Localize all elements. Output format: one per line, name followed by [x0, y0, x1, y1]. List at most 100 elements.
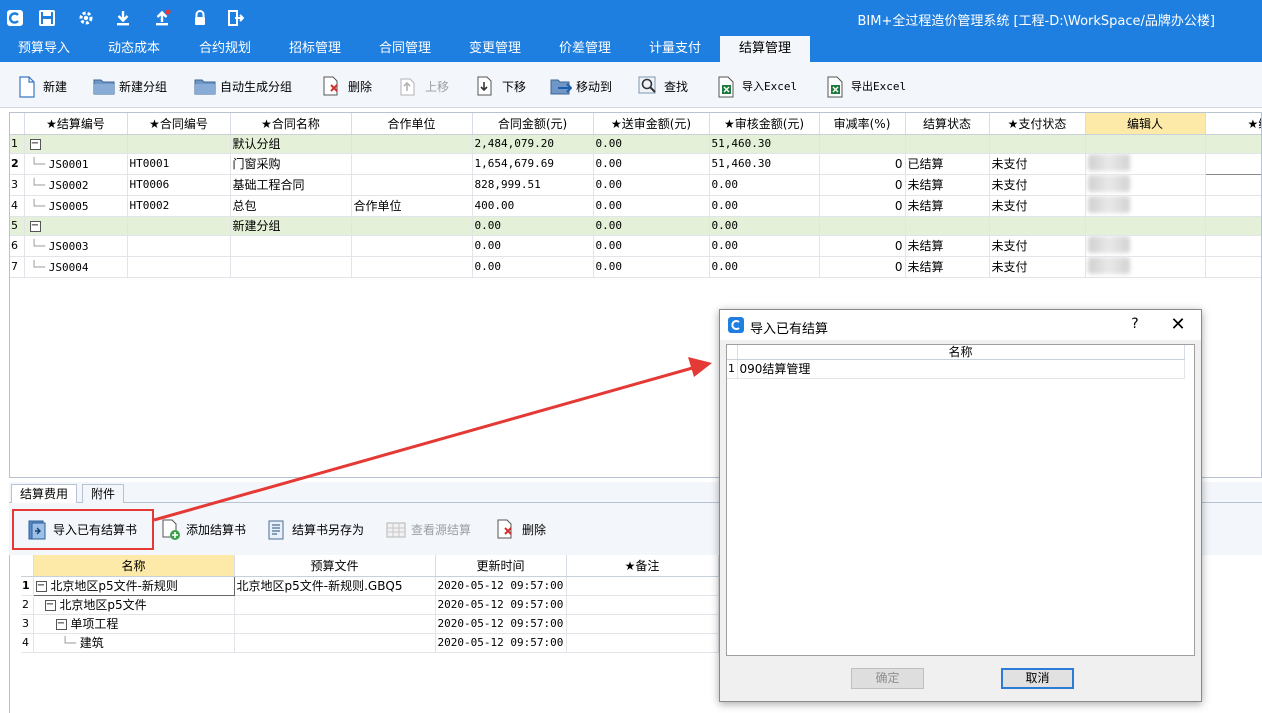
table-row[interactable]: 1 − 默认分组 2,484,079.20 0.00 51,460.30 [10, 134, 1261, 154]
cell-note[interactable] [566, 614, 719, 634]
cell-time[interactable]: 2020-05-12 09:57:00 [435, 633, 567, 653]
table-row[interactable]: 1 − 北京地区p5文件-新规则 北京地区p5文件-新规则.GBQ5 2020-… [21, 575, 719, 596]
col-name[interactable]: 名称 [737, 345, 1185, 360]
cell-extra[interactable] [1205, 134, 1261, 154]
delete-button[interactable]: 删除 [322, 75, 372, 97]
cell-status[interactable]: 未结算 [905, 235, 990, 257]
cell-status[interactable] [905, 134, 990, 154]
cell-contract-code[interactable] [127, 256, 231, 278]
menu-budget-import[interactable]: 预算导入 [0, 36, 88, 62]
collapse-icon[interactable]: − [29, 138, 41, 150]
col-settlement-status[interactable]: 结算状态 [905, 113, 990, 135]
cell-contract-code[interactable]: HT0006 [127, 174, 231, 196]
cell-pay[interactable]: 未支付 [989, 174, 1086, 196]
cell-amount[interactable]: 2,484,079.20 [472, 134, 594, 154]
cell-partner[interactable]: 合作单位 [351, 195, 473, 217]
col-settlement-code[interactable]: ★结算编号 [24, 113, 128, 135]
cell-status[interactable]: 未结算 [905, 256, 990, 278]
cell-editor[interactable] [1085, 235, 1206, 257]
cell-contract-name[interactable]: 基础工程合同 [230, 174, 352, 196]
collapse-icon[interactable]: − [29, 220, 41, 232]
col-reduction-rate[interactable]: 审减率(%) [819, 113, 906, 135]
table-row[interactable]: 2 − 北京地区p5文件 2020-05-12 09:57:00 [21, 595, 719, 615]
tab-attachments[interactable]: 附件 [82, 484, 125, 503]
cell-rate[interactable]: 0 [819, 235, 906, 257]
cell-amount[interactable]: 0.00 [472, 256, 594, 278]
cell-extra[interactable] [1205, 174, 1261, 196]
col-update-time[interactable]: 更新时间 [435, 555, 567, 577]
cell-time[interactable]: 2020-05-12 09:57:00 [435, 614, 567, 634]
cell-rate[interactable]: 0 [819, 174, 906, 196]
cell-amount[interactable]: 828,999.51 [472, 174, 594, 196]
cell-contract-name[interactable]: 默认分组 [230, 134, 352, 154]
cell-pay[interactable]: 未支付 [989, 195, 1086, 217]
table-row[interactable]: 3 └─ JS0002 HT0006 基础工程合同 828,999.51 0.0… [10, 174, 1261, 196]
cell-settlement-code[interactable]: └─ JS0005 [24, 195, 128, 217]
move-to-button[interactable]: 移动到 [550, 75, 612, 97]
export-excel-button[interactable]: 导出Excel [825, 75, 906, 98]
col-submit-amount[interactable]: ★送审金额(元) [593, 113, 710, 135]
move-down-button[interactable]: 下移 [476, 75, 526, 97]
cell-status[interactable]: 未结算 [905, 174, 990, 196]
menu-price-diff[interactable]: 价差管理 [540, 36, 630, 62]
cell-amount[interactable]: 400.00 [472, 195, 594, 217]
col-contract-amount[interactable]: 合同金额(元) [472, 113, 594, 135]
find-button[interactable]: 查找 [638, 75, 688, 97]
collapse-icon[interactable]: − [35, 581, 47, 592]
cell-note[interactable] [566, 595, 719, 615]
cell-note[interactable] [566, 576, 719, 596]
cell-submit[interactable]: 0.00 [593, 216, 710, 236]
bottom-delete-button[interactable]: 删除 [496, 518, 546, 540]
cell-settlement-code[interactable]: └─ JS0002 [24, 174, 128, 196]
cell-contract-code[interactable] [127, 216, 231, 236]
cell-submit[interactable]: 0.00 [593, 235, 710, 257]
cell-submit[interactable]: 0.00 [593, 174, 710, 196]
move-up-button[interactable]: 上移 [399, 75, 449, 97]
cell-submit[interactable]: 0.00 [593, 195, 710, 217]
tab-settlement-fees[interactable]: 结算费用 [11, 484, 78, 503]
cell-pay[interactable]: 未支付 [989, 153, 1086, 175]
ok-button[interactable]: 确定 [851, 668, 924, 689]
cell-time[interactable]: 2020-05-12 09:57:00 [435, 576, 567, 596]
tree-toggle[interactable]: − [24, 134, 128, 154]
help-icon[interactable]: ? [1128, 316, 1142, 332]
cell-status[interactable]: 未结算 [905, 195, 990, 217]
cell-partner[interactable] [351, 216, 473, 236]
view-source-settlement-button[interactable]: 查看源结算 [385, 518, 471, 540]
cell-audit[interactable]: 0.00 [709, 195, 820, 217]
cell-editor[interactable] [1085, 134, 1206, 154]
cell-settlement-code[interactable]: └─ JS0004 [24, 256, 128, 278]
cell-file[interactable] [234, 595, 436, 615]
cell-contract-name[interactable]: 新建分组 [230, 216, 352, 236]
cell-rate[interactable] [819, 134, 906, 154]
cell-note[interactable] [566, 633, 719, 653]
col-partner[interactable]: 合作单位 [351, 113, 473, 135]
cell-name[interactable]: − 北京地区p5文件 [33, 595, 235, 615]
cell-name[interactable]: − 单项工程 [33, 614, 235, 634]
cell-status[interactable]: 已结算 [905, 153, 990, 175]
menu-bidding[interactable]: 招标管理 [270, 36, 360, 62]
cell-extra-selected[interactable] [1204, 152, 1261, 175]
col-budget-file[interactable]: 预算文件 [234, 555, 436, 577]
cell-contract-name[interactable] [230, 256, 352, 278]
cell-editor[interactable] [1085, 174, 1206, 196]
cell-pay[interactable]: 未支付 [989, 235, 1086, 257]
lock-icon[interactable] [191, 9, 209, 27]
menu-settlement[interactable]: 结算管理 [720, 36, 810, 62]
cell-contract-code[interactable]: HT0002 [127, 195, 231, 217]
cell-settlement-code[interactable]: └─ JS0001 [24, 153, 128, 175]
table-row[interactable]: 5 − 新建分组 0.00 0.00 0.00 [10, 216, 1261, 236]
table-row[interactable]: 2 └─ JS0001 HT0001 门窗采购 1,654,679.69 0.0… [10, 152, 1261, 175]
col-contract-name[interactable]: ★合同名称 [230, 113, 352, 135]
cell-file[interactable] [234, 633, 436, 653]
save-icon[interactable] [38, 9, 56, 27]
col-payment-status[interactable]: ★支付状态 [989, 113, 1086, 135]
menu-contract-management[interactable]: 合同管理 [360, 36, 450, 62]
menu-change-management[interactable]: 变更管理 [450, 36, 540, 62]
cell-settlement-code[interactable]: └─ JS0003 [24, 235, 128, 257]
cell-audit[interactable]: 0.00 [709, 174, 820, 196]
cell-name[interactable]: − 北京地区p5文件-新规则 [32, 575, 235, 596]
cell-audit[interactable]: 51,460.30 [709, 153, 820, 175]
cell-extra[interactable] [1205, 195, 1261, 217]
add-settlement-book-button[interactable]: 添加结算书 [160, 518, 246, 540]
